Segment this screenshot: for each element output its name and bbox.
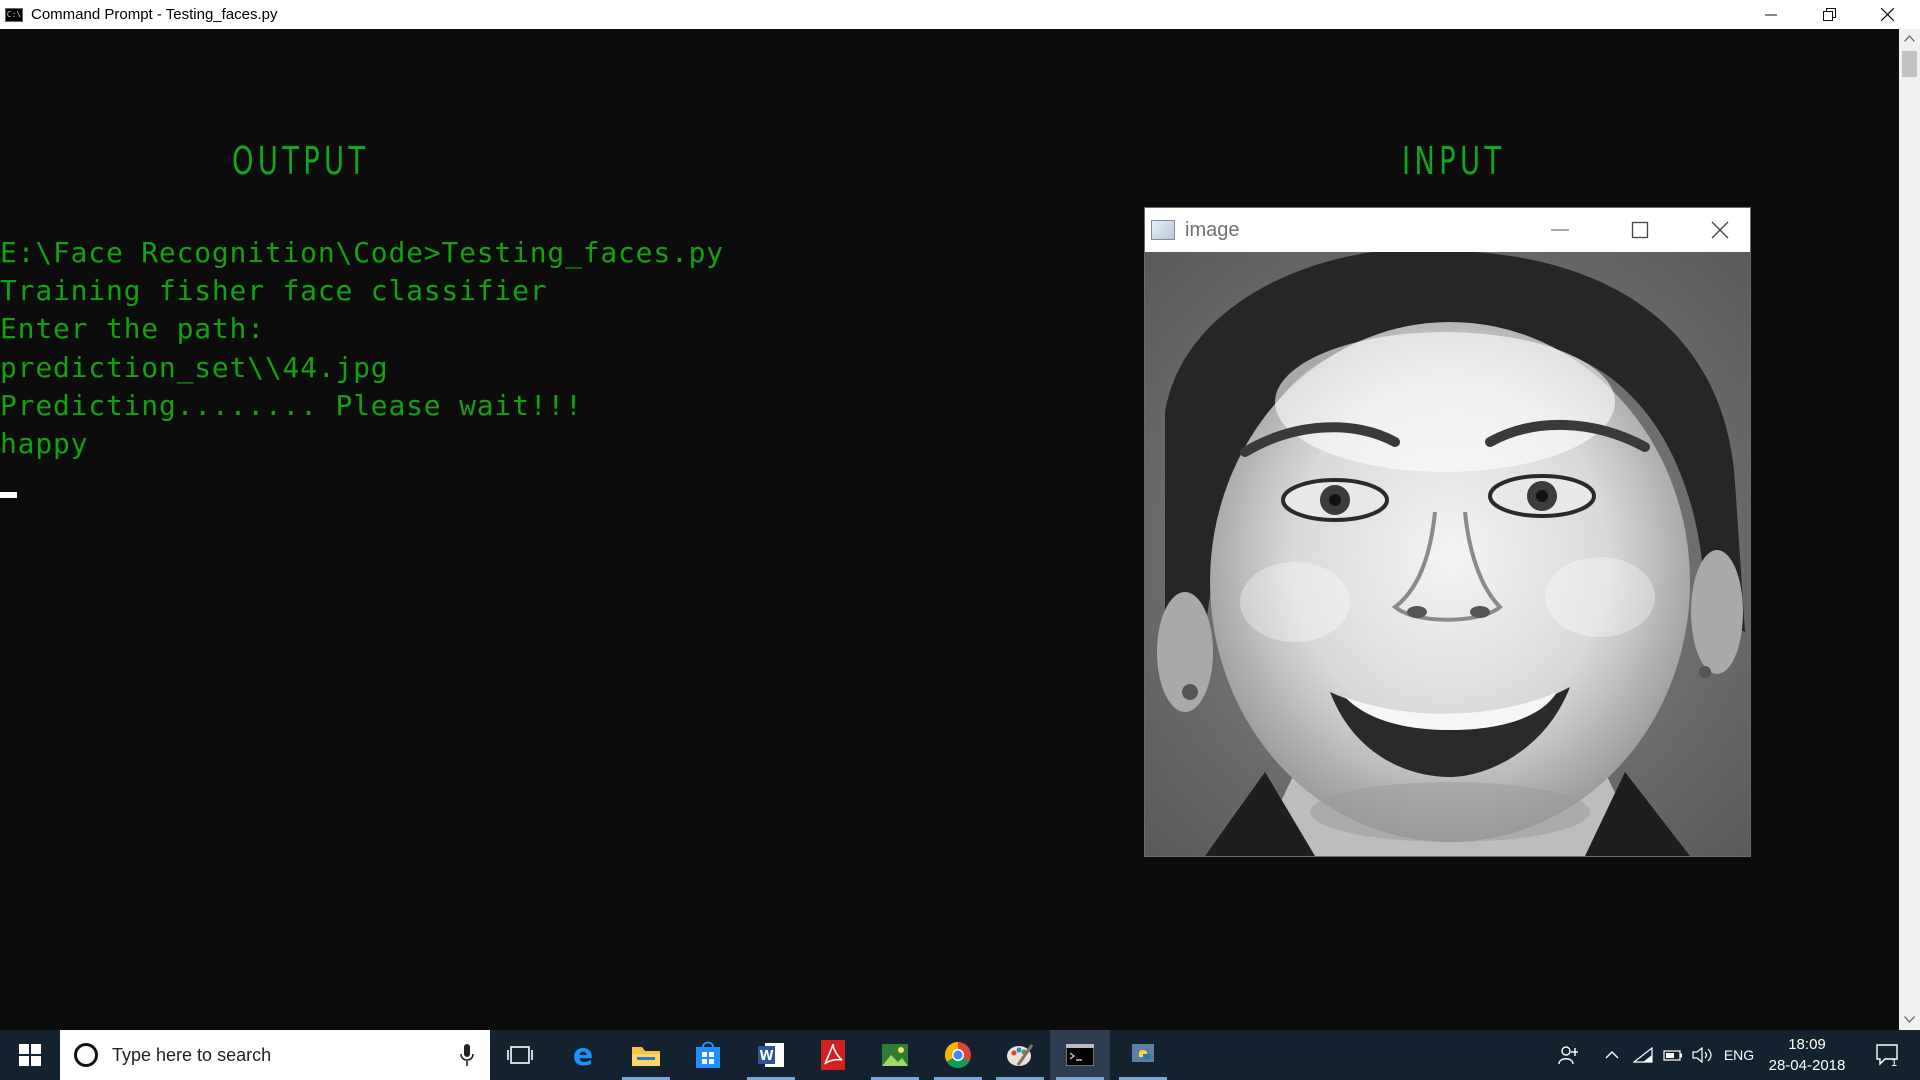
console-line: Predicting........ Please wait!!! bbox=[0, 388, 583, 422]
paint-icon[interactable] bbox=[990, 1030, 1050, 1080]
image-maximize-button[interactable] bbox=[1610, 208, 1670, 252]
file-explorer-icon[interactable] bbox=[616, 1030, 676, 1080]
clock-date: 28-04-2018 bbox=[1768, 1057, 1846, 1074]
system-clock[interactable]: 18:09 28-04-2018 bbox=[1762, 1034, 1852, 1076]
taskbar: Type here to search e W ENG 18:09 28-04-… bbox=[0, 1030, 1920, 1080]
volume-icon[interactable] bbox=[1690, 1030, 1716, 1080]
console-line: prediction_set\\44.jpg bbox=[0, 350, 389, 384]
store-icon[interactable] bbox=[678, 1030, 738, 1080]
taskbar-search[interactable]: Type here to search bbox=[60, 1030, 490, 1080]
image-close-button[interactable] bbox=[1690, 208, 1750, 252]
maximize-icon bbox=[1631, 221, 1649, 239]
language-indicator[interactable]: ENG bbox=[1718, 1030, 1760, 1080]
image-window-titlebar[interactable]: image bbox=[1145, 208, 1750, 252]
people-icon[interactable] bbox=[1553, 1030, 1583, 1080]
close-icon bbox=[1880, 8, 1894, 21]
chrome-icon[interactable] bbox=[928, 1030, 988, 1080]
image-minimize-button[interactable] bbox=[1530, 208, 1590, 252]
wifi-icon[interactable] bbox=[1630, 1030, 1656, 1080]
word-icon[interactable]: W bbox=[741, 1030, 801, 1080]
chevron-up-icon[interactable] bbox=[1600, 1030, 1624, 1080]
console-titlebar[interactable]: C:\ Command Prompt - Testing_faces.py bbox=[0, 0, 1920, 29]
start-button[interactable] bbox=[0, 1030, 60, 1080]
search-placeholder: Type here to search bbox=[112, 1044, 272, 1065]
console-line: Training fisher face classifier bbox=[0, 274, 548, 308]
face-photo bbox=[1145, 252, 1750, 856]
scroll-up-arrow-icon[interactable] bbox=[1899, 29, 1920, 49]
text-cursor bbox=[0, 492, 17, 498]
acrobat-icon[interactable] bbox=[803, 1030, 863, 1080]
python-icon[interactable] bbox=[1113, 1030, 1173, 1080]
image-viewer-icon[interactable] bbox=[865, 1030, 925, 1080]
edge-icon[interactable]: e bbox=[553, 1030, 613, 1080]
scrollbar-thumb[interactable] bbox=[1902, 51, 1917, 77]
vertical-scrollbar[interactable] bbox=[1899, 29, 1920, 1030]
clock-time: 18:09 bbox=[1788, 1036, 1826, 1053]
minimize-icon bbox=[1551, 229, 1569, 231]
windows-logo-icon bbox=[19, 1044, 41, 1066]
task-view-icon[interactable] bbox=[490, 1030, 550, 1080]
scroll-down-arrow-icon[interactable] bbox=[1899, 1010, 1920, 1030]
battery-icon[interactable] bbox=[1660, 1030, 1686, 1080]
command-prompt-taskbar-icon[interactable] bbox=[1050, 1030, 1110, 1080]
image-window[interactable]: image bbox=[1144, 207, 1751, 857]
action-center-icon[interactable]: 1 bbox=[1868, 1030, 1908, 1080]
restore-button[interactable] bbox=[1800, 0, 1858, 29]
close-button[interactable] bbox=[1858, 0, 1916, 29]
cortana-icon bbox=[74, 1043, 98, 1067]
output-heading: OUTPUT bbox=[232, 139, 370, 183]
opencv-window-icon bbox=[1151, 220, 1175, 240]
console-output: E:\Face Recognition\Code>Testing_faces.p… bbox=[0, 234, 724, 463]
notification-count: 1 bbox=[1891, 1057, 1897, 1067]
minimize-icon bbox=[1765, 14, 1777, 15]
console-line: E:\Face Recognition\Code>Testing_faces.p… bbox=[0, 236, 724, 269]
console-line: happy bbox=[0, 426, 89, 460]
restore-icon bbox=[1822, 8, 1836, 21]
window-title: Command Prompt - Testing_faces.py bbox=[31, 6, 278, 23]
command-prompt-icon: C:\ bbox=[5, 7, 23, 22]
microphone-icon[interactable] bbox=[460, 1044, 474, 1070]
input-heading: INPUT bbox=[1402, 139, 1506, 183]
image-window-title: image bbox=[1185, 218, 1240, 241]
console-line: Enter the path: bbox=[0, 312, 265, 346]
svg-text:W: W bbox=[759, 1049, 773, 1064]
svg-text:e: e bbox=[573, 1041, 593, 1069]
close-icon bbox=[1711, 221, 1729, 239]
minimize-button[interactable] bbox=[1742, 0, 1800, 29]
